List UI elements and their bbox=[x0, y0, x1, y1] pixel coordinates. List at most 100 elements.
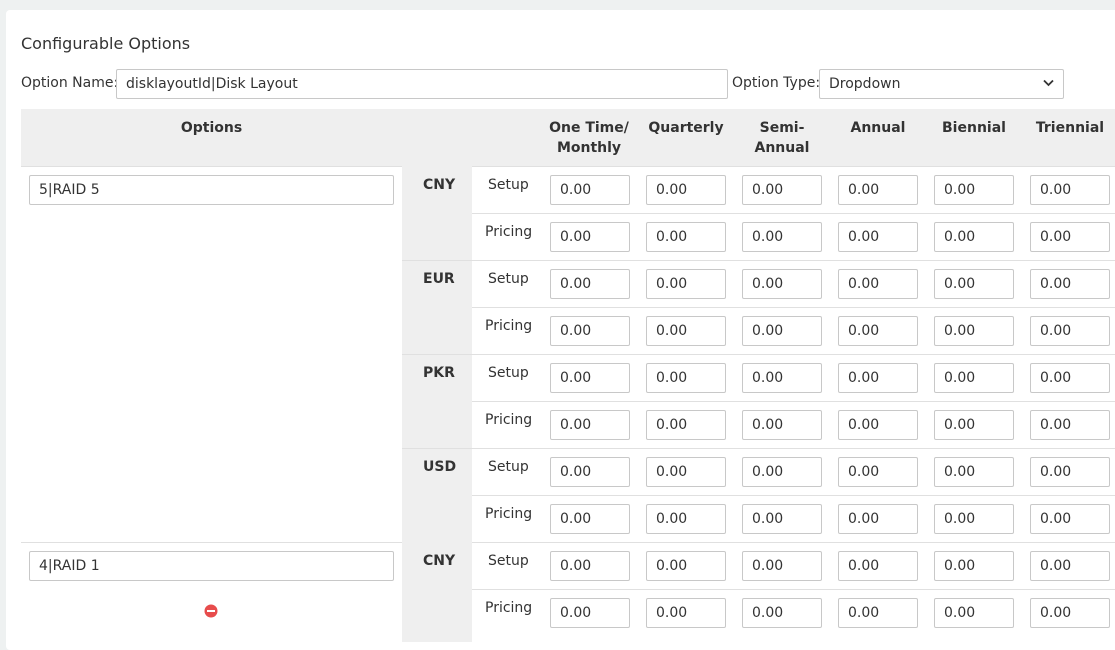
price-row-divider bbox=[472, 495, 1115, 496]
pricing-label: Pricing bbox=[485, 318, 533, 334]
option-divider bbox=[21, 166, 1115, 167]
price-input[interactable]: 0.00 bbox=[1030, 175, 1110, 205]
price-input[interactable]: 0.00 bbox=[838, 269, 918, 299]
price-input[interactable]: 0.00 bbox=[838, 598, 918, 628]
pricing-label: Pricing bbox=[485, 412, 533, 428]
currency-code: PKR bbox=[423, 365, 455, 381]
price-input[interactable]: 0.00 bbox=[646, 551, 726, 581]
period-header: Quarterly bbox=[648, 120, 724, 136]
price-input[interactable]: 0.00 bbox=[934, 222, 1014, 252]
currency-code: CNY bbox=[423, 177, 456, 193]
price-input[interactable]: 0.00 bbox=[934, 551, 1014, 581]
price-input[interactable]: 0.00 bbox=[646, 269, 726, 299]
option-name-input[interactable]: disklayoutId|Disk Layout bbox=[116, 69, 728, 99]
price-input[interactable]: 0.00 bbox=[838, 222, 918, 252]
price-input[interactable]: 0.00 bbox=[742, 504, 822, 534]
options-column-header: Options bbox=[180, 120, 243, 136]
price-input[interactable]: 0.00 bbox=[550, 175, 630, 205]
price-input[interactable]: 0.00 bbox=[646, 598, 726, 628]
currency-code: USD bbox=[423, 459, 457, 475]
option-type-select[interactable]: Dropdown bbox=[819, 69, 1064, 99]
price-row-divider bbox=[472, 307, 1115, 308]
price-input[interactable]: 0.00 bbox=[838, 410, 918, 440]
price-input[interactable]: 0.00 bbox=[1030, 269, 1110, 299]
price-input[interactable]: 0.00 bbox=[742, 222, 822, 252]
currency-divider bbox=[402, 448, 1115, 449]
price-input[interactable]: 0.00 bbox=[934, 316, 1014, 346]
price-input[interactable]: 0.00 bbox=[550, 222, 630, 252]
option-name-input[interactable]: 5|RAID 5 bbox=[29, 175, 394, 205]
price-input[interactable]: 0.00 bbox=[742, 363, 822, 393]
price-input[interactable]: 0.00 bbox=[838, 175, 918, 205]
price-input[interactable]: 0.00 bbox=[1030, 363, 1110, 393]
pricing-label: Pricing bbox=[485, 600, 533, 616]
price-input[interactable]: 0.00 bbox=[646, 410, 726, 440]
price-input[interactable]: 0.00 bbox=[838, 504, 918, 534]
price-input[interactable]: 0.00 bbox=[550, 363, 630, 393]
price-input[interactable]: 0.00 bbox=[742, 598, 822, 628]
period-header: Semi- Annual bbox=[754, 120, 810, 156]
price-input[interactable]: 0.00 bbox=[550, 269, 630, 299]
period-header: Triennial bbox=[1035, 120, 1105, 136]
price-input[interactable]: 0.00 bbox=[1030, 551, 1110, 581]
price-row-divider bbox=[472, 213, 1115, 214]
price-input[interactable]: 0.00 bbox=[742, 457, 822, 487]
price-input[interactable]: 0.00 bbox=[934, 175, 1014, 205]
price-input[interactable]: 0.00 bbox=[742, 269, 822, 299]
price-input[interactable]: 0.00 bbox=[646, 316, 726, 346]
price-input[interactable]: 0.00 bbox=[550, 551, 630, 581]
price-input[interactable]: 0.00 bbox=[1030, 316, 1110, 346]
price-input[interactable]: 0.00 bbox=[1030, 457, 1110, 487]
price-input[interactable]: 0.00 bbox=[1030, 410, 1110, 440]
price-input[interactable]: 0.00 bbox=[550, 410, 630, 440]
setup-label: Setup bbox=[488, 553, 529, 569]
price-input[interactable]: 0.00 bbox=[1030, 598, 1110, 628]
period-header: Biennial bbox=[942, 120, 1006, 136]
period-header: Annual bbox=[850, 120, 906, 136]
currency-code: EUR bbox=[423, 271, 455, 287]
option-type-label: Option Type: bbox=[732, 75, 821, 91]
period-header: One Time/Monthly bbox=[549, 120, 629, 156]
option-divider bbox=[21, 542, 1115, 543]
currency-code: CNY bbox=[423, 553, 456, 569]
price-input[interactable]: 0.00 bbox=[646, 363, 726, 393]
price-input[interactable]: 0.00 bbox=[646, 457, 726, 487]
price-input[interactable]: 0.00 bbox=[550, 598, 630, 628]
price-input[interactable]: 0.00 bbox=[550, 504, 630, 534]
price-input[interactable]: 0.00 bbox=[550, 316, 630, 346]
option-type-value: Dropdown bbox=[829, 76, 901, 92]
setup-label: Setup bbox=[488, 177, 529, 193]
section-title: Configurable Options bbox=[21, 34, 191, 53]
price-input[interactable]: 0.00 bbox=[838, 316, 918, 346]
pricing-label: Pricing bbox=[485, 506, 533, 522]
option-name-input[interactable]: 4|RAID 1 bbox=[29, 551, 394, 581]
price-input[interactable]: 0.00 bbox=[742, 410, 822, 440]
price-input[interactable]: 0.00 bbox=[742, 551, 822, 581]
price-input[interactable]: 0.00 bbox=[1030, 222, 1110, 252]
price-input[interactable]: 0.00 bbox=[1030, 504, 1110, 534]
price-input[interactable]: 0.00 bbox=[742, 316, 822, 346]
price-input[interactable]: 0.00 bbox=[838, 363, 918, 393]
remove-circle-icon[interactable] bbox=[204, 604, 218, 618]
price-input[interactable]: 0.00 bbox=[550, 457, 630, 487]
currency-divider bbox=[402, 354, 1115, 355]
price-input[interactable]: 0.00 bbox=[934, 269, 1014, 299]
price-input[interactable]: 0.00 bbox=[646, 504, 726, 534]
price-input[interactable]: 0.00 bbox=[646, 175, 726, 205]
chevron-down-icon bbox=[1043, 79, 1054, 87]
price-input[interactable]: 0.00 bbox=[838, 551, 918, 581]
option-name-label: Option Name: bbox=[21, 75, 119, 91]
price-input[interactable]: 0.00 bbox=[934, 598, 1014, 628]
price-input[interactable]: 0.00 bbox=[934, 457, 1014, 487]
price-row-divider bbox=[472, 589, 1115, 590]
price-row-divider bbox=[472, 401, 1115, 402]
price-input[interactable]: 0.00 bbox=[934, 504, 1014, 534]
price-input[interactable]: 0.00 bbox=[934, 363, 1014, 393]
setup-label: Setup bbox=[488, 271, 529, 287]
price-input[interactable]: 0.00 bbox=[742, 175, 822, 205]
price-input[interactable]: 0.00 bbox=[934, 410, 1014, 440]
setup-label: Setup bbox=[488, 459, 529, 475]
price-input[interactable]: 0.00 bbox=[646, 222, 726, 252]
pricing-label: Pricing bbox=[485, 224, 533, 240]
price-input[interactable]: 0.00 bbox=[838, 457, 918, 487]
